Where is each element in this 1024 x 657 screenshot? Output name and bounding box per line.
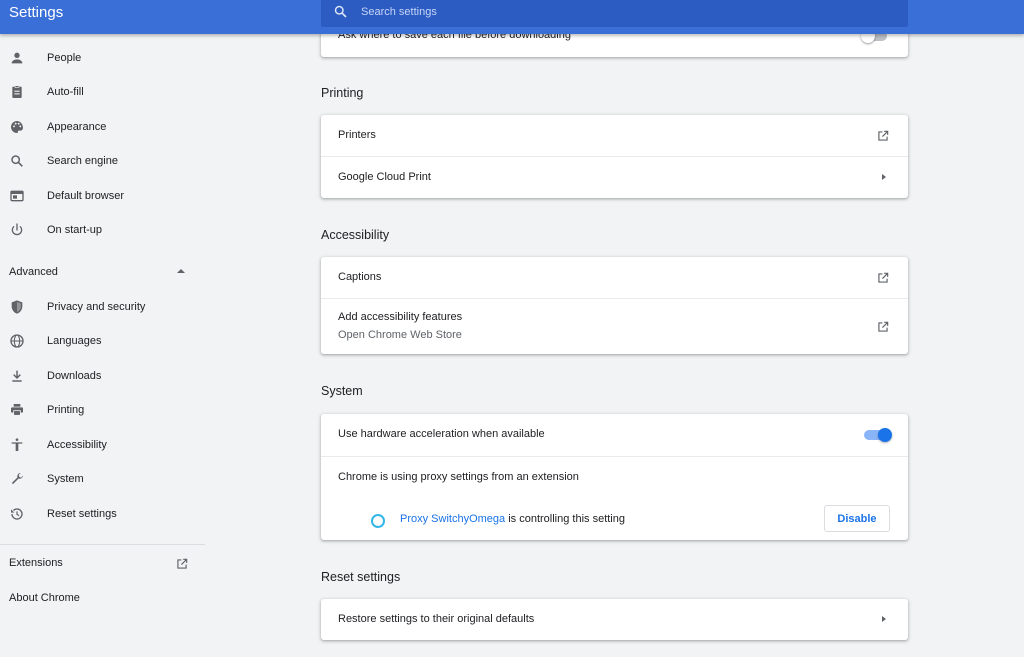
printers-row[interactable]: Printers [321,115,908,156]
section-title-accessibility: Accessibility [321,228,390,242]
section-title-system: System [321,384,363,398]
open-chrome-web-store-label: Open Chrome Web Store [338,329,462,341]
settings-main: Ask where to save each file before downl… [0,0,1024,657]
printing-card: Printers Google Cloud Print [321,115,908,198]
search-box[interactable] [321,0,908,27]
captions-row[interactable]: Captions [321,257,908,298]
restore-defaults-row[interactable]: Restore settings to their original defau… [321,599,908,640]
arrow-right-icon [882,616,886,622]
app-title: Settings [9,4,64,21]
proxy-controlling-text: Proxy SwitchyOmega is controlling this s… [400,513,625,525]
arrow-right-icon [882,174,886,180]
proxy-switchyomega-link[interactable]: Proxy SwitchyOmega [400,513,505,525]
printers-label: Printers [338,129,376,141]
extension-icon [371,514,385,528]
section-title-reset-settings: Reset settings [321,570,401,584]
top-toolbar: Settings [0,0,1024,34]
google-cloud-print-row[interactable]: Google Cloud Print [321,157,908,198]
open-in-new-icon [878,272,889,283]
disable-extension-button[interactable]: Disable [824,505,890,532]
hardware-acceleration-label: Use hardware acceleration when available [338,428,545,440]
google-cloud-print-label: Google Cloud Print [338,171,431,183]
section-title-printing: Printing [321,86,364,100]
search-icon [334,5,347,18]
open-in-new-icon [878,321,889,332]
add-accessibility-features-label: Add accessibility features [338,311,463,323]
proxy-settings-label: Chrome is using proxy settings from an e… [338,471,579,483]
add-accessibility-features-row[interactable]: Add accessibility features Open Chrome W… [321,299,908,354]
search-input[interactable] [359,1,903,23]
row-divider [321,456,908,457]
hardware-acceleration-row[interactable]: Use hardware acceleration when available [321,414,908,456]
captions-label: Captions [338,271,382,283]
system-card: Use hardware acceleration when available… [321,414,908,540]
open-in-new-icon [878,130,889,141]
hardware-acceleration-toggle[interactable] [864,428,892,442]
reset-card: Restore settings to their original defau… [321,599,908,640]
controlling-suffix: is controlling this setting [505,513,625,525]
accessibility-card: Captions Add accessibility features Open… [321,257,908,354]
restore-defaults-label: Restore settings to their original defau… [338,613,535,625]
